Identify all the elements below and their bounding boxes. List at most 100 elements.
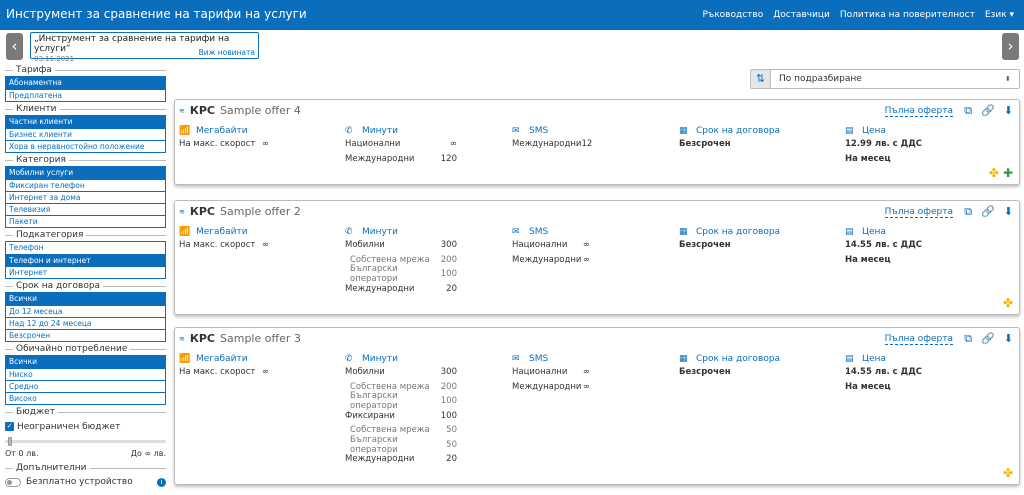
external-link-icon[interactable]: ⧉ bbox=[964, 332, 972, 346]
filter-option[interactable]: Интернет за дома bbox=[6, 191, 165, 203]
feature-label: Собствена мрежа bbox=[350, 381, 430, 392]
filter-option[interactable]: Пакети bbox=[6, 215, 165, 227]
column-header: ✆ Минути bbox=[345, 125, 457, 137]
news-next-button[interactable]: › bbox=[1002, 33, 1019, 60]
news-more-link[interactable]: Виж новината bbox=[199, 48, 255, 57]
link-icon[interactable]: 🔗 bbox=[981, 104, 995, 118]
signal-icon: 📶 bbox=[179, 354, 191, 364]
unlimited-budget-label: Неограничен бюджет bbox=[17, 421, 121, 432]
feature-value: 20 bbox=[446, 454, 457, 465]
feature-label: Международни bbox=[345, 283, 415, 294]
filter-option[interactable]: Бизнес клиенти bbox=[6, 128, 165, 140]
filter-option[interactable]: До 12 месеца bbox=[6, 305, 165, 317]
free-device-row: Безплатно устройство i bbox=[5, 477, 166, 487]
offer-title[interactable]: Sample offer 4 bbox=[220, 104, 301, 117]
sms-column: ✉ SMS Национални ∞ Международни ∞ bbox=[512, 353, 590, 394]
filter-option[interactable]: Средно bbox=[6, 380, 165, 392]
feature-label: Български оператори bbox=[350, 391, 398, 412]
column-title: SMS bbox=[529, 354, 549, 364]
sms-column: ✉ SMS Национални ∞ Международни ∞ bbox=[512, 226, 590, 267]
pinwheel-icon[interactable]: ✤ bbox=[1003, 296, 1013, 310]
external-link-icon[interactable]: ⧉ bbox=[964, 104, 972, 118]
feature-label: Международни bbox=[512, 139, 582, 150]
full-offer-link[interactable]: Пълна оферта bbox=[884, 207, 953, 218]
filter-option[interactable]: Телефон bbox=[6, 242, 165, 254]
feature-row: На макс. скорост ∞ bbox=[179, 137, 269, 152]
column-header: ▤ Цена bbox=[845, 125, 965, 137]
feature-label: Собствена мрежа bbox=[350, 254, 430, 265]
nav-providers[interactable]: Доставчици bbox=[773, 10, 830, 20]
sort-order-icon[interactable]: ⇅ bbox=[751, 70, 771, 88]
budget-slider[interactable] bbox=[5, 435, 166, 447]
filter-option[interactable]: Всички bbox=[6, 293, 165, 305]
column-header: ▤ Цена bbox=[845, 226, 965, 238]
filter-heading: Подкатегория bbox=[5, 229, 166, 241]
pinwheel-icon[interactable]: ✤ bbox=[989, 166, 999, 180]
link-icon[interactable]: 🔗 bbox=[981, 205, 995, 219]
data-column: 📶 Мегабайти На макс. скорост ∞ bbox=[179, 226, 269, 253]
nav-privacy[interactable]: Политика на поверителност bbox=[840, 10, 975, 20]
feature-row: Международни 120 bbox=[345, 152, 457, 167]
offer-header: ≋ КРС Sample offer 4 bbox=[179, 104, 301, 117]
nav-guide[interactable]: Ръководство bbox=[702, 10, 763, 20]
feature-value: ∞ bbox=[582, 254, 590, 265]
feature-label: Национални bbox=[512, 367, 568, 378]
app-title[interactable]: Инструмент за сравнение на тарифи на усл… bbox=[6, 7, 307, 21]
full-offer-link[interactable]: Пълна оферта bbox=[884, 106, 953, 117]
pinwheel-icon[interactable]: ✤ bbox=[1003, 466, 1013, 480]
price-period: На месец bbox=[845, 152, 965, 167]
feature-label: На макс. скорост bbox=[179, 367, 256, 378]
filter-option[interactable]: Абонаментна bbox=[6, 77, 165, 89]
filter-option[interactable]: Телевизия bbox=[6, 203, 165, 215]
feature-label: Национални bbox=[345, 139, 401, 150]
filter-option[interactable]: Телефон и интернет bbox=[6, 254, 165, 266]
offer-header: ≋ КРС Sample offer 2 bbox=[179, 205, 301, 218]
filter-option[interactable]: Хора в неравностойно положение bbox=[6, 140, 165, 152]
news-prev-button[interactable]: ‹ bbox=[6, 33, 23, 60]
filter-option[interactable]: Предплатена bbox=[6, 89, 165, 101]
download-icon[interactable]: ⬇ bbox=[1004, 104, 1013, 118]
free-device-toggle[interactable] bbox=[5, 477, 21, 487]
info-icon[interactable]: i bbox=[157, 478, 166, 487]
offer-title[interactable]: Sample offer 3 bbox=[220, 332, 301, 345]
feature-label: Собствена мрежа bbox=[350, 425, 430, 436]
phone-icon: ✆ bbox=[345, 227, 353, 237]
puzzle-icon[interactable]: ✚ bbox=[1003, 166, 1013, 180]
column-header: ✆ Минути bbox=[345, 353, 457, 365]
download-icon[interactable]: ⬇ bbox=[1004, 205, 1013, 219]
filter-option[interactable]: Над 12 до 24 месеца bbox=[6, 317, 165, 329]
external-link-icon[interactable]: ⧉ bbox=[964, 205, 972, 219]
nav-language[interactable]: Език ▾ bbox=[985, 10, 1014, 20]
filter-option[interactable]: Интернет bbox=[6, 266, 165, 278]
column-title: Срок на договора bbox=[696, 227, 781, 237]
sort-value: По подразбиране bbox=[779, 74, 862, 84]
price-column: ▤ Цена 14.55 лв. с ДДС На месец bbox=[845, 226, 965, 267]
feature-row: На макс. скорост ∞ bbox=[179, 238, 269, 253]
filter-list: Телефон Телефон и интернет Интернет bbox=[5, 241, 166, 279]
offer-title[interactable]: Sample offer 2 bbox=[220, 205, 301, 218]
phone-icon: ✆ bbox=[345, 354, 353, 364]
column-header: ✉ SMS bbox=[512, 353, 590, 365]
feature-value: 20 bbox=[446, 283, 457, 294]
sort-select[interactable]: ⇅ По подразбиране ⬍ bbox=[750, 69, 1020, 89]
unlimited-budget-checkbox[interactable]: ✓ Неограничен бюджет bbox=[5, 420, 166, 433]
filter-option[interactable]: Високо bbox=[6, 392, 165, 404]
filter-option[interactable]: Всички bbox=[6, 356, 165, 368]
price-value: 14.55 лв. с ДДС bbox=[845, 238, 965, 253]
term-value: Безсрочен bbox=[679, 365, 799, 380]
feature-value: ∞ bbox=[261, 139, 269, 150]
full-offer-link[interactable]: Пълна оферта bbox=[884, 334, 953, 345]
download-icon[interactable]: ⬇ bbox=[1004, 332, 1013, 346]
filter-option[interactable]: Фиксиран телефон bbox=[6, 179, 165, 191]
price-icon: ▤ bbox=[845, 227, 854, 237]
filter-sidebar: Тарифа Абонаментна Предплатена Клиенти Частн… bbox=[5, 63, 166, 487]
filter-option[interactable]: Ниско bbox=[6, 368, 165, 380]
filter-option[interactable]: Мобилни услуги bbox=[6, 167, 165, 179]
filter-list: Частни клиенти Бизнес клиенти Хора в нерав… bbox=[5, 115, 166, 153]
filter-option[interactable]: Безсрочен bbox=[6, 329, 165, 341]
column-header: ▦ Срок на договора bbox=[679, 353, 799, 365]
feature-value: 300 bbox=[440, 367, 457, 378]
slider-handle[interactable] bbox=[8, 437, 12, 446]
link-icon[interactable]: 🔗 bbox=[981, 332, 995, 346]
filter-option[interactable]: Частни клиенти bbox=[6, 116, 165, 128]
